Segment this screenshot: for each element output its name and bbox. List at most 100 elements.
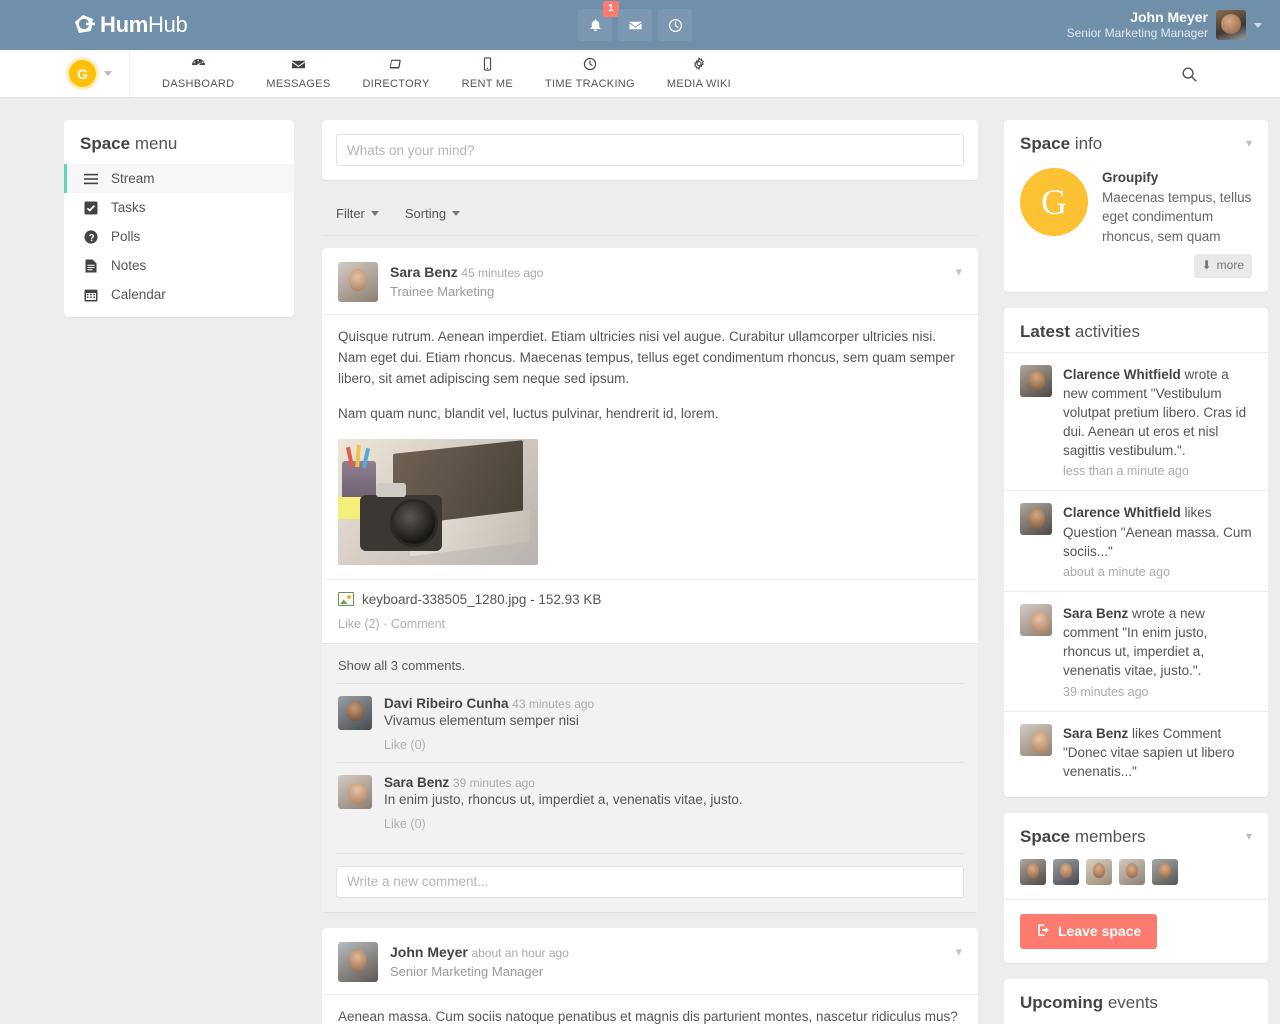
activity-content: Sara Benz likes Comment "Donec vitae sap… (1063, 724, 1252, 785)
sorting-dropdown[interactable]: Sorting (405, 206, 460, 221)
attachment-filename[interactable]: keyboard-338505_1280.jpg - 152.93 KB (362, 592, 601, 607)
action-separator: · (383, 617, 387, 631)
right-sidebar: Space info ▾ G Groupify Maecenas tempus,… (1004, 120, 1268, 1024)
humhub-logo-text: HumHub (100, 14, 187, 36)
activity-actor[interactable]: Clarence Whitfield (1063, 505, 1181, 520)
chevron-down-icon[interactable]: ▾ (1246, 829, 1252, 843)
post-attachment-row[interactable]: keyboard-338505_1280.jpg - 152.93 KB (322, 579, 978, 613)
post-input[interactable] (336, 134, 964, 166)
more-button[interactable]: ⬇ more (1194, 254, 1252, 277)
nav-item-media-wiki[interactable]: MEDIA WIKI (651, 50, 747, 97)
comment-author[interactable]: Sara Benz (384, 775, 449, 790)
post-menu-chevron-icon[interactable]: ▾ (955, 264, 962, 280)
stream-filter-bar: Filter Sorting (322, 196, 978, 236)
top-header-bar: HumHub 1 John Meyer Senior Marketing Man… (0, 0, 1280, 50)
like-button[interactable]: Like (2) (338, 617, 380, 631)
nav-item-time-tracking[interactable]: TIME TRACKING (529, 50, 651, 97)
comment-author[interactable]: Davi Ribeiro Cunha (384, 696, 509, 711)
post-author[interactable]: Sara Benz (390, 264, 458, 280)
messages-icon[interactable] (618, 9, 652, 41)
leave-space-wrap: Leave space (1004, 899, 1268, 963)
avatar[interactable] (1020, 604, 1052, 636)
sidebar-item-notes[interactable]: Notes (64, 251, 294, 280)
show-all-comments-link[interactable]: Show all 3 comments. (336, 656, 964, 683)
comment-input[interactable] (336, 866, 964, 898)
activities-clock-icon[interactable] (658, 9, 692, 41)
new-comment-box (336, 853, 964, 898)
filter-dropdown[interactable]: Filter (336, 206, 379, 221)
member-avatar[interactable] (1119, 859, 1145, 885)
topbar-icon-group: 1 (578, 9, 692, 41)
post-menu-chevron-icon[interactable]: ▾ (955, 944, 962, 960)
post-comments: Show all 3 comments. Davi Ribeiro Cunha … (322, 643, 978, 912)
sidebar-item-label: Stream (111, 171, 155, 186)
clock-icon (583, 57, 597, 74)
sidebar-item-calendar[interactable]: Calendar (64, 280, 294, 309)
notifications-icon[interactable]: 1 (578, 9, 612, 41)
nav-item-messages[interactable]: MESSAGES (250, 50, 346, 97)
space-info-title-bold: Space (1020, 134, 1070, 153)
nav-item-label: DIRECTORY (363, 78, 430, 90)
member-avatar[interactable] (1053, 859, 1079, 885)
space-info-title-light: info (1075, 134, 1102, 153)
post-author[interactable]: John Meyer (390, 944, 468, 960)
nav-item-dashboard[interactable]: DASHBOARD (146, 50, 250, 97)
avatar[interactable] (1020, 503, 1052, 535)
comment-author-line: Sara Benz 39 minutes ago (384, 775, 743, 790)
more-label: more (1217, 257, 1244, 274)
comment-like-button[interactable]: Like (0) (384, 807, 743, 831)
post-attached-image[interactable] (338, 439, 538, 565)
leave-space-label: Leave space (1058, 923, 1141, 939)
sidebar-item-label: Tasks (111, 200, 146, 215)
envelope-icon (291, 58, 306, 74)
activity-item: Clarence Whitfield wrote a new comment "… (1004, 352, 1268, 491)
nav-item-rent-me[interactable]: RENT ME (446, 50, 529, 97)
post-paragraph: Nam quam nunc, blandit vel, luctus pulvi… (338, 404, 962, 425)
comment-timestamp: 43 minutes ago (512, 697, 594, 711)
space-menu-title: Space menu (64, 120, 294, 164)
space-menu-title-light: menu (135, 134, 178, 153)
avatar[interactable] (338, 696, 372, 730)
activity-timestamp: about a minute ago (1063, 565, 1252, 579)
mobile-icon (483, 57, 492, 74)
sidebar-item-tasks[interactable]: Tasks (64, 193, 294, 222)
avatar[interactable] (1216, 10, 1246, 40)
chevron-down-icon[interactable] (1254, 23, 1262, 28)
nav-item-directory[interactable]: DIRECTORY (347, 50, 446, 97)
avatar[interactable] (338, 775, 372, 809)
comment-like-button[interactable]: Like (0) (384, 728, 594, 752)
user-menu[interactable]: John Meyer Senior Marketing Manager (1067, 0, 1262, 50)
space-name[interactable]: Groupify (1102, 168, 1252, 188)
humhub-logo[interactable]: HumHub (72, 0, 187, 50)
latest-activities-title: Latest activities (1004, 308, 1268, 352)
chevron-down-icon[interactable] (104, 71, 112, 76)
space-menu-title-bold: Space (80, 134, 130, 153)
search-icon[interactable] (1181, 50, 1198, 98)
activity-actor[interactable]: Clarence Whitfield (1063, 367, 1181, 382)
upcoming-events-title: Upcoming events (1004, 979, 1268, 1023)
space-avatar-small: G (69, 60, 96, 87)
member-avatar[interactable] (1020, 859, 1046, 885)
sidebar-item-label: Notes (111, 258, 146, 273)
avatar[interactable] (1020, 365, 1052, 397)
nav-items: DASHBOARD MESSAGES DIRECTORY RENT ME TIM… (146, 50, 747, 97)
activity-actor[interactable]: Sara Benz (1063, 726, 1128, 741)
comment-button[interactable]: Comment (391, 617, 445, 631)
avatar[interactable] (338, 942, 378, 982)
avatar[interactable] (338, 262, 378, 302)
book-icon (389, 58, 403, 74)
leave-space-button[interactable]: Leave space (1020, 914, 1157, 949)
stream-post: Sara Benz 45 minutes ago Trainee Marketi… (322, 248, 978, 912)
post-paragraph: Aenean massa. Cum sociis natoque penatib… (338, 1007, 962, 1024)
chevron-down-icon[interactable]: ▾ (1246, 136, 1252, 150)
avatar[interactable] (1020, 724, 1052, 756)
activity-actor[interactable]: Sara Benz (1063, 606, 1128, 621)
member-avatar[interactable] (1152, 859, 1178, 885)
logo-light: Hub (148, 12, 187, 37)
member-avatar[interactable] (1086, 859, 1112, 885)
sidebar-item-stream[interactable]: Stream (64, 164, 294, 193)
space-info-body: G Groupify Maecenas tempus, tellus eget … (1004, 164, 1268, 292)
space-switcher[interactable]: G (58, 50, 130, 97)
sidebar-item-polls[interactable]: Polls (64, 222, 294, 251)
sidebar-item-label: Polls (111, 229, 140, 244)
